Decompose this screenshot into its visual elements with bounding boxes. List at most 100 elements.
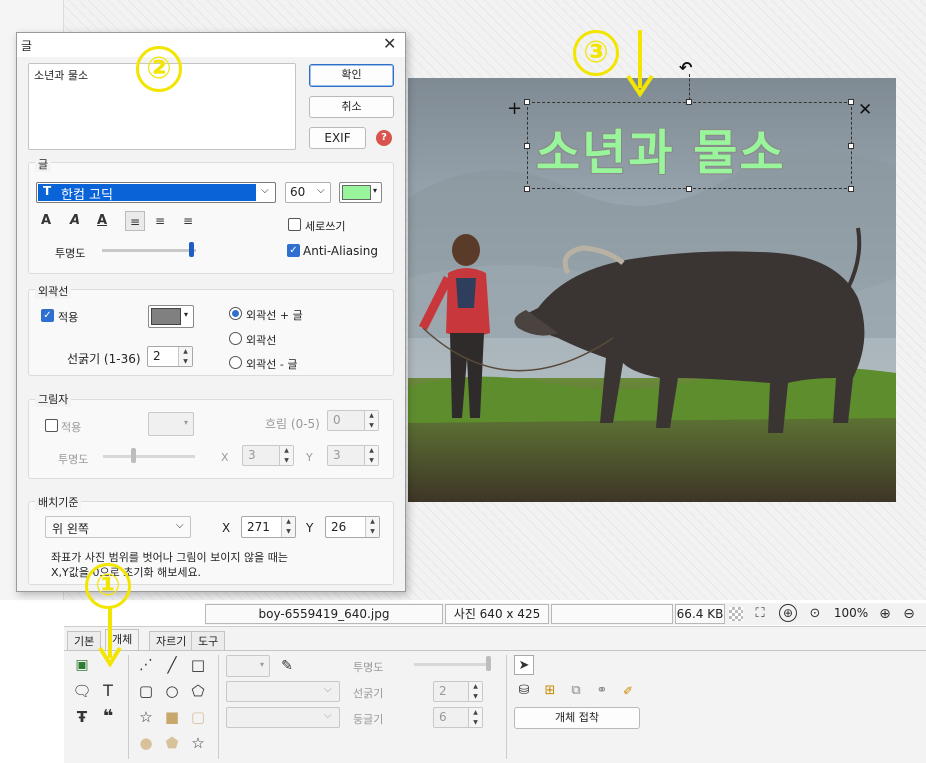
bold-icon[interactable]: A xyxy=(36,211,56,231)
italic-icon[interactable]: A xyxy=(65,211,85,231)
resize-handle-tl[interactable] xyxy=(524,99,530,105)
shadow-opacity-slider-thumb[interactable] xyxy=(131,448,136,463)
speech-bubble-icon[interactable]: 🗨 xyxy=(72,681,92,701)
shadow-y-spinner[interactable]: 3 ▲ ▼ xyxy=(327,445,379,466)
font-color-picker[interactable]: ▾ xyxy=(339,182,382,203)
transparency-icon[interactable] xyxy=(729,607,743,621)
shadow-opacity-slider[interactable] xyxy=(103,455,195,458)
outline-apply-checkbox[interactable]: ✓ xyxy=(41,309,54,322)
eyedropper-icon[interactable]: ✎ xyxy=(277,656,297,676)
align-center-icon[interactable]: ≡ xyxy=(150,211,170,231)
vertical-checkbox[interactable] xyxy=(288,218,301,231)
spinner-arrows[interactable]: ▲ ▼ xyxy=(364,446,378,465)
object-fill-select[interactable]: ⌵ xyxy=(226,707,340,728)
shadow-x-spinner[interactable]: 3 ▲ ▼ xyxy=(242,445,294,466)
spinner-arrows[interactable]: ▲ ▼ xyxy=(364,411,378,430)
filled-circle-icon[interactable]: ● xyxy=(136,733,156,753)
zoom-fit-icon[interactable]: ⊙ xyxy=(805,604,825,624)
chevron-down-icon: ⌵ xyxy=(324,684,332,695)
text-tool-icon[interactable]: T xyxy=(98,681,118,701)
tab-tools[interactable]: 도구 xyxy=(191,631,226,651)
object-round-spinner[interactable]: 6 ▲ ▼ xyxy=(433,707,483,728)
spinner-arrows[interactable]: ▲ ▼ xyxy=(178,347,192,366)
merge-objects-button[interactable]: 개체 접착 xyxy=(514,707,640,729)
zoom-in-icon[interactable]: ⊕ xyxy=(875,604,895,624)
rotate-line xyxy=(689,74,690,100)
spinner-arrows[interactable]: ▲ ▼ xyxy=(468,708,482,727)
font-size-select[interactable]: 60 ⌵ xyxy=(285,182,331,203)
underline-icon[interactable]: A xyxy=(92,211,112,231)
text-opacity-slider[interactable] xyxy=(102,249,196,252)
chevron-down-icon: ▾ xyxy=(184,418,189,427)
shadow-color-picker[interactable]: ▾ xyxy=(148,412,194,436)
help-icon[interactable]: ? xyxy=(376,130,392,146)
text-object-selection[interactable]: 소년과 물소 xyxy=(527,102,852,189)
line-icon[interactable]: ╱ xyxy=(162,655,182,675)
shadow-blur-label: 흐림 (0-5) xyxy=(265,417,320,431)
spinner-arrows[interactable]: ▲ ▼ xyxy=(365,517,379,537)
select-arrow-icon[interactable]: ➤ xyxy=(514,655,534,675)
outline-option-minus-radio[interactable] xyxy=(229,356,242,369)
rectangle-icon[interactable]: □ xyxy=(188,655,208,675)
position-x-spinner[interactable]: 271 ▲ ▼ xyxy=(241,516,296,538)
object-opacity-slider-thumb[interactable] xyxy=(486,656,491,671)
add-object-icon[interactable]: ⊞ xyxy=(540,681,560,701)
delete-object-icon[interactable]: ✕ xyxy=(858,100,872,120)
rotate-icon[interactable]: ↶ xyxy=(679,58,692,77)
fit-screen-icon[interactable]: ⛶ xyxy=(750,604,770,624)
filled-star-icon[interactable]: ☆ xyxy=(188,733,208,753)
outline-option-only-radio[interactable] xyxy=(229,332,242,345)
text-opacity-slider-thumb[interactable] xyxy=(189,242,194,257)
rounded-rect-icon[interactable]: ▢ xyxy=(136,681,156,701)
group-object-icon[interactable]: ⚭ xyxy=(592,681,612,701)
position-y-spinner[interactable]: 26 ▲ ▼ xyxy=(325,516,380,538)
outline-color-picker[interactable]: ▾ xyxy=(148,305,194,328)
copy-object-icon[interactable]: ⧉ xyxy=(566,681,586,701)
star-icon[interactable]: ☆ xyxy=(136,707,156,727)
resize-handle-mr[interactable] xyxy=(848,143,854,149)
outline-width-spinner[interactable]: 2 ▲ ▼ xyxy=(147,346,193,367)
shadow-blur-spinner[interactable]: 0 ▲ ▼ xyxy=(327,410,379,431)
filled-rounded-rect-icon[interactable]: ▢ xyxy=(188,707,208,727)
mosaic-icon[interactable]: ⋰ xyxy=(136,655,156,675)
filled-pentagon-icon[interactable]: ⬟ xyxy=(162,733,182,753)
status-bar: boy-6559419_640.jpg 사진 640 x 425 66.4 KB… xyxy=(205,603,926,625)
spinner-arrows[interactable]: ▲ ▼ xyxy=(279,446,293,465)
tab-crop[interactable]: 자르기 xyxy=(149,631,194,651)
resize-handle-bl[interactable] xyxy=(524,186,530,192)
cancel-button[interactable]: 취소 xyxy=(309,96,394,118)
object-line-select[interactable]: ⌵ xyxy=(226,681,340,702)
spinner-arrows[interactable]: ▲ ▼ xyxy=(281,517,295,537)
align-right-icon[interactable]: ≡ xyxy=(178,211,198,231)
image-icon[interactable]: ▣ xyxy=(72,655,92,675)
object-opacity-slider[interactable] xyxy=(414,663,490,666)
spinner-arrows[interactable]: ▲ ▼ xyxy=(468,682,482,701)
actual-size-icon[interactable]: ⊕ xyxy=(779,604,797,622)
circle-icon[interactable]: ○ xyxy=(162,681,182,701)
styled-text-icon[interactable]: Ŧ xyxy=(72,707,92,727)
font-select[interactable]: T 한컴 고딕 ⌵ xyxy=(36,182,276,203)
ok-button[interactable]: 확인 xyxy=(309,64,394,87)
resize-handle-bm[interactable] xyxy=(686,186,692,192)
exif-button[interactable]: EXIF xyxy=(309,127,366,149)
outline-option-both-radio[interactable] xyxy=(229,307,242,320)
outline-width-value: 2 xyxy=(153,349,161,363)
zoom-out-icon[interactable]: ⊖ xyxy=(899,604,919,624)
pentagon-icon[interactable]: ⬠ xyxy=(188,681,208,701)
delete-object-tool-icon[interactable]: ⛁ xyxy=(514,681,534,701)
position-x-label: X xyxy=(222,521,231,535)
close-icon[interactable]: ✕ xyxy=(383,34,396,53)
rename-object-icon[interactable]: ✐ xyxy=(618,681,638,701)
anchor-select[interactable]: 위 왼쪽 ⌵ xyxy=(45,516,191,538)
resize-handle-tr[interactable] xyxy=(848,99,854,105)
resize-handle-br[interactable] xyxy=(848,186,854,192)
object-stroke-spinner[interactable]: 2 ▲ ▼ xyxy=(433,681,483,702)
antialias-checkbox[interactable]: ✓ xyxy=(287,244,300,257)
align-left-icon[interactable]: ≡ xyxy=(125,211,145,231)
object-color-picker[interactable]: ▾ xyxy=(226,655,270,677)
resize-handle-ml[interactable] xyxy=(524,143,530,149)
quote-icon[interactable]: ❝ xyxy=(98,707,118,727)
shadow-apply-checkbox[interactable] xyxy=(45,419,58,432)
filled-rect-icon[interactable]: ■ xyxy=(162,707,182,727)
move-icon[interactable]: + xyxy=(507,98,522,119)
